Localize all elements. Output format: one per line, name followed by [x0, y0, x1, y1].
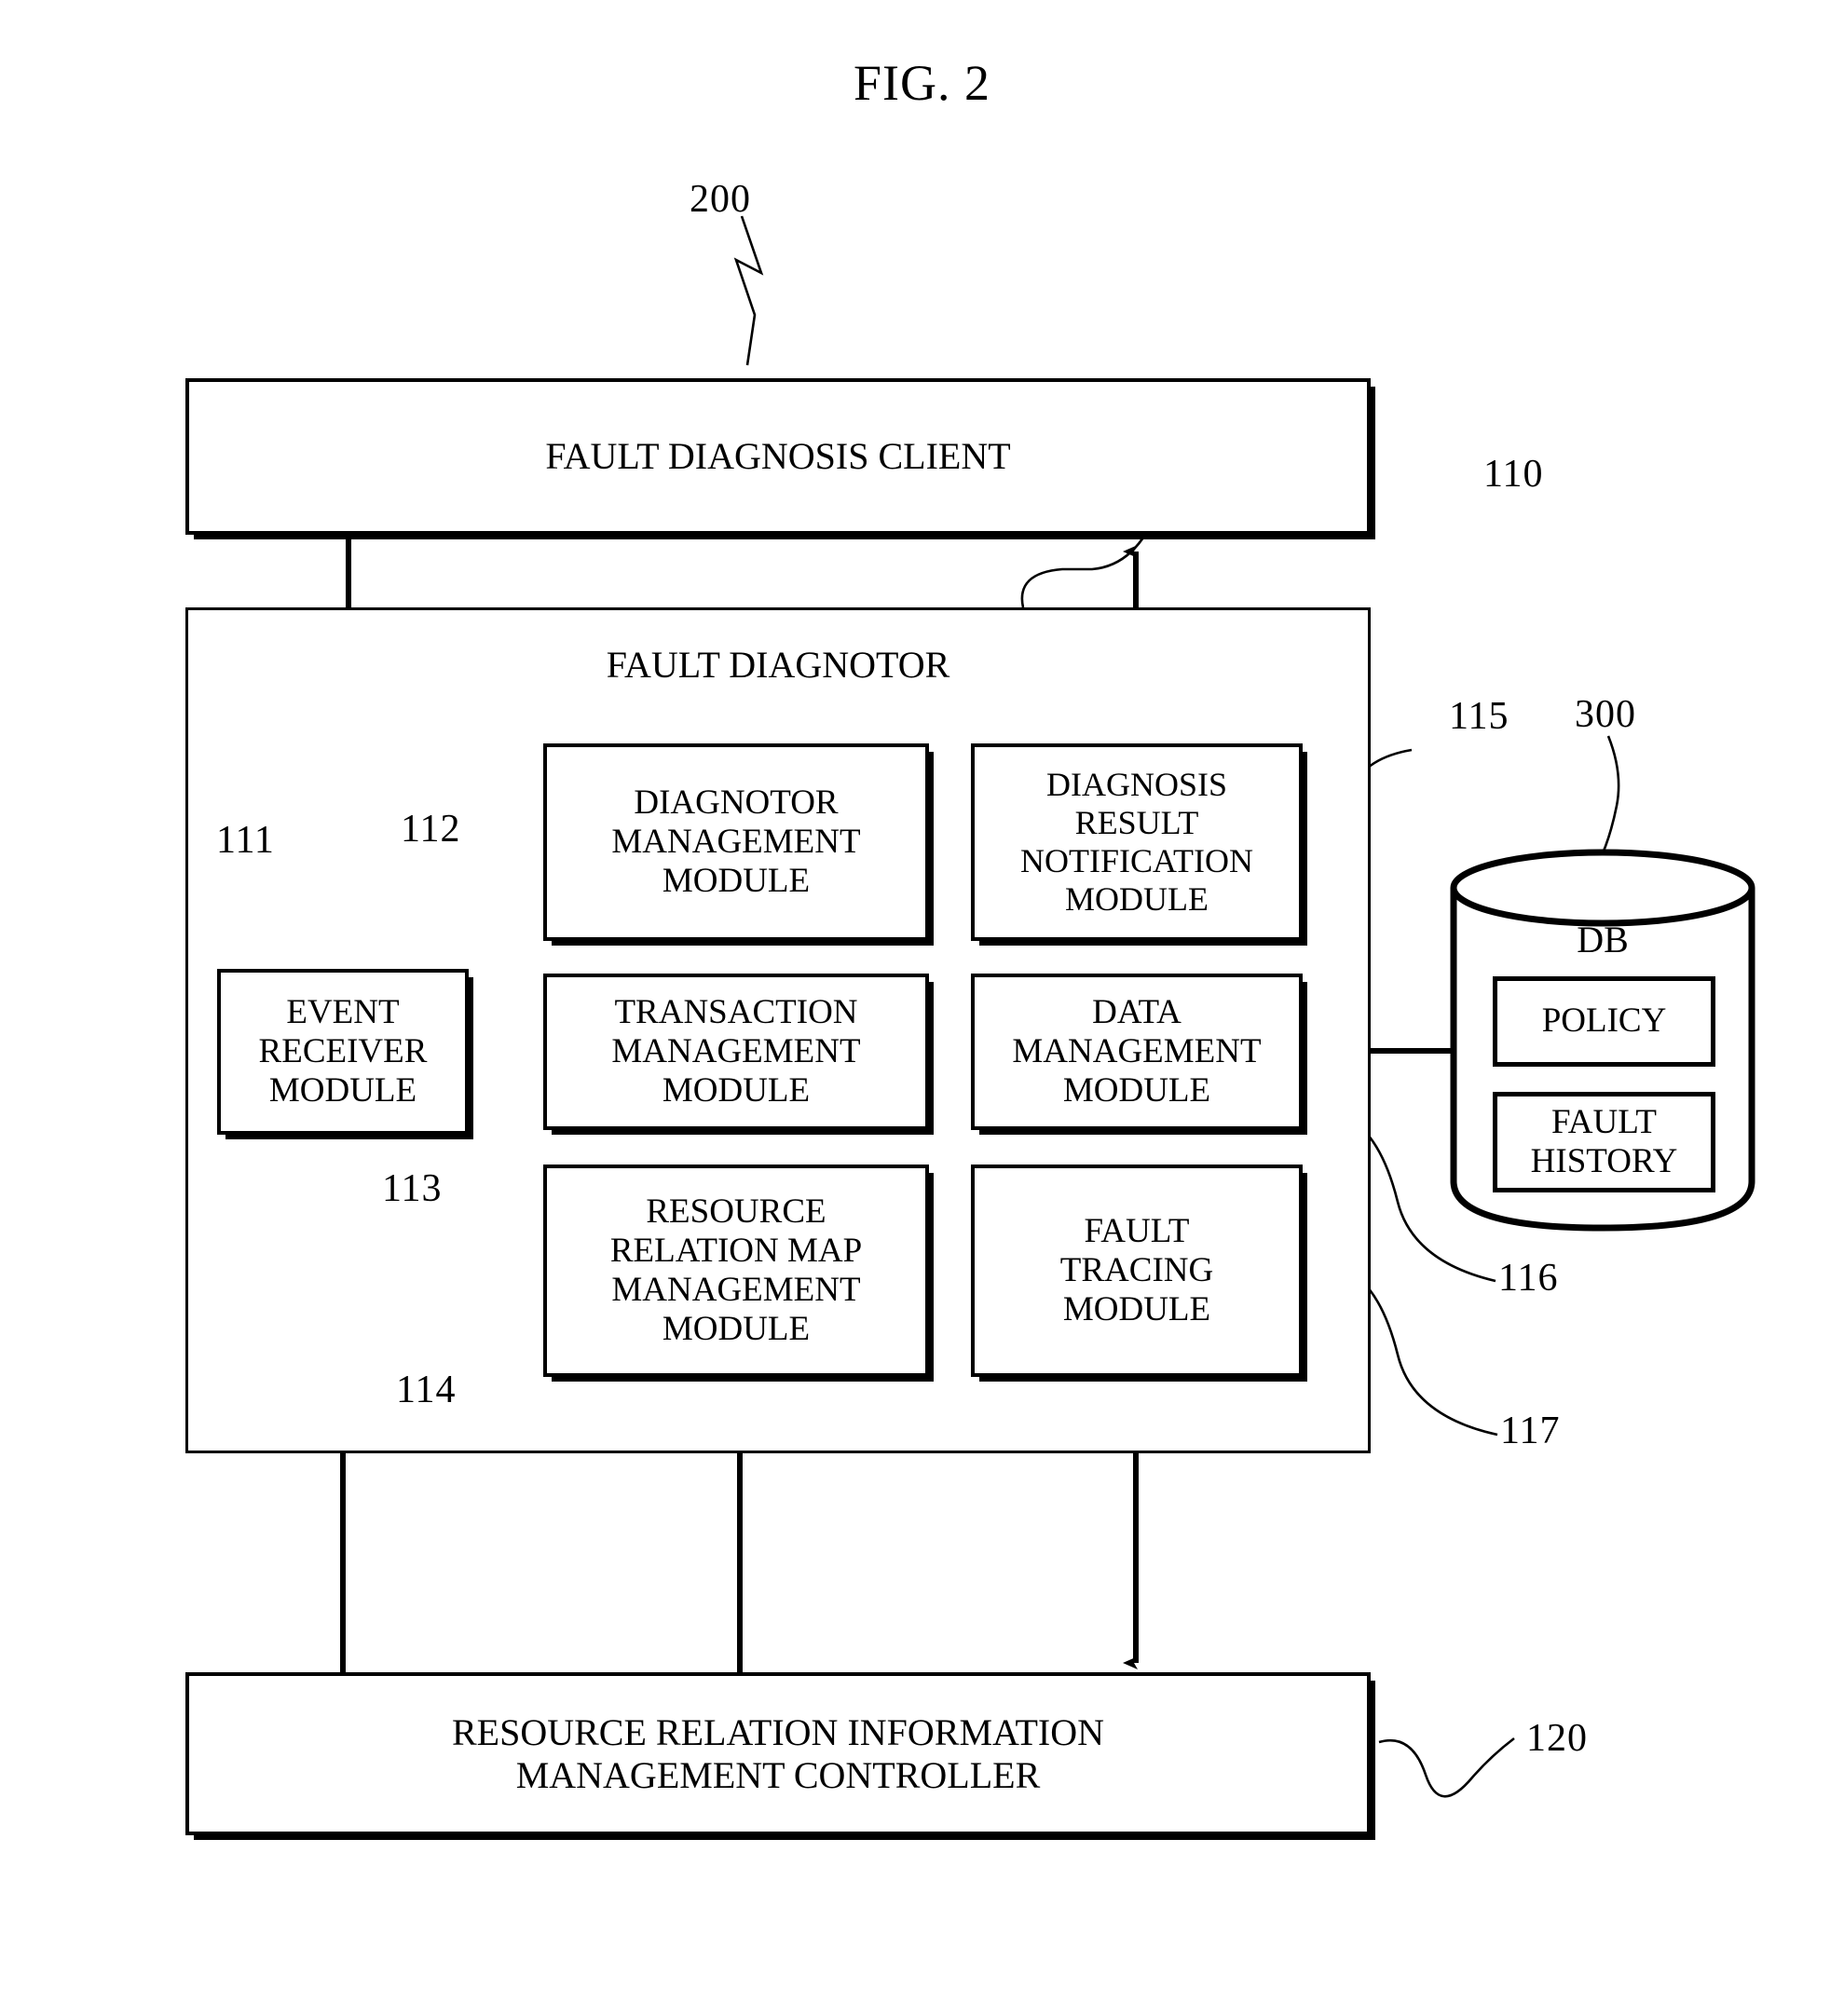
data-management-module-box[interactable]: DATA MANAGEMENT MODULE [971, 974, 1307, 1135]
diagnotor-management-module-label: DIAGNOTOR MANAGEMENT MODULE [606, 783, 866, 902]
resource-relation-map-management-module-box[interactable]: RESOURCE RELATION MAP MANAGEMENT MODULE [543, 1165, 934, 1382]
fault-history-line-2: HISTORY [1530, 1142, 1678, 1180]
resource-map-line-3: MANAGEMENT [611, 1271, 861, 1309]
diagnotor-mgmt-line-1: DIAGNOTOR [634, 783, 839, 822]
diagnosis-result-line-3: NOTIFICATION [1020, 842, 1253, 879]
fault-history-box[interactable]: FAULT HISTORY [1493, 1092, 1715, 1192]
diagnotor-management-module-box[interactable]: DIAGNOTOR MANAGEMENT MODULE [543, 743, 934, 946]
fault-diagnosis-client-label: FAULT DIAGNOSIS CLIENT [545, 435, 1011, 478]
transaction-mgmt-line-1: TRANSACTION [614, 992, 858, 1031]
data-mgmt-line-1: DATA [1092, 992, 1182, 1031]
fault-history-line-1: FAULT [1550, 1102, 1658, 1141]
event-receiver-line-3: MODULE [268, 1071, 417, 1110]
data-mgmt-line-3: MODULE [1062, 1071, 1211, 1110]
db-label: DB [1577, 919, 1629, 960]
diagnotor-mgmt-line-2: MANAGEMENT [611, 822, 861, 861]
resource-map-line-1: RESOURCE [646, 1192, 826, 1231]
diagnosis-result-notification-module-box[interactable]: DIAGNOSIS RESULT NOTIFICATION MODULE [971, 743, 1307, 946]
ref-112: 112 [401, 808, 461, 851]
fault-tracing-module-box[interactable]: FAULT TRACING MODULE [971, 1165, 1307, 1382]
event-receiver-module-box[interactable]: EVENT RECEIVER MODULE [217, 969, 473, 1139]
event-receiver-module-label: EVENT RECEIVER MODULE [253, 993, 433, 1111]
policy-box[interactable]: POLICY [1493, 976, 1715, 1067]
resource-map-line-2: RELATION MAP [609, 1231, 863, 1270]
controller-label: RESOURCE RELATION INFORMATION MANAGEMENT… [446, 1711, 1110, 1796]
event-receiver-line-2: RECEIVER [258, 1031, 428, 1070]
fault-diagnosis-client-box[interactable]: FAULT DIAGNOSIS CLIENT [185, 378, 1375, 539]
transaction-mgmt-line-3: MODULE [662, 1071, 811, 1110]
fault-history-label: FAULT HISTORY [1525, 1103, 1684, 1181]
controller-line-2: MANAGEMENT CONTROLLER [515, 1753, 1041, 1796]
ref-300: 300 [1575, 693, 1636, 736]
patent-figure: FIG. 2 FAULT DIAGNOSIS CLIENT 200 FAULT … [0, 0, 1844, 2016]
resource-relation-map-management-module-label: RESOURCE RELATION MAP MANAGEMENT MODULE [605, 1192, 867, 1350]
data-management-module-label: DATA MANAGEMENT MODULE [1006, 993, 1266, 1111]
controller-line-1: RESOURCE RELATION INFORMATION [451, 1710, 1105, 1753]
fault-tracing-line-1: FAULT [1084, 1211, 1190, 1250]
ref-110: 110 [1483, 453, 1544, 496]
data-mgmt-line-2: MANAGEMENT [1012, 1031, 1262, 1070]
ref-113: 113 [382, 1167, 443, 1210]
diagnosis-result-line-1: DIAGNOSIS [1045, 765, 1227, 803]
diagnosis-result-notification-module-label: DIAGNOSIS RESULT NOTIFICATION MODULE [1015, 766, 1259, 919]
diagnotor-mgmt-line-3: MODULE [662, 862, 811, 901]
ref-120: 120 [1526, 1717, 1588, 1760]
ref-114: 114 [396, 1369, 457, 1411]
resource-relation-information-management-controller-box[interactable]: RESOURCE RELATION INFORMATION MANAGEMENT… [185, 1672, 1375, 1840]
ref-117: 117 [1500, 1410, 1561, 1452]
policy-label: POLICY [1541, 1001, 1667, 1041]
transaction-management-module-box[interactable]: TRANSACTION MANAGEMENT MODULE [543, 974, 934, 1135]
event-receiver-line-1: EVENT [286, 992, 400, 1031]
figure-title: FIG. 2 [853, 55, 990, 111]
resource-map-line-4: MODULE [662, 1310, 811, 1349]
fault-tracing-line-3: MODULE [1062, 1290, 1211, 1329]
ref-111: 111 [216, 819, 275, 862]
diagnosis-result-line-4: MODULE [1065, 880, 1209, 919]
transaction-mgmt-line-2: MANAGEMENT [611, 1031, 861, 1070]
transaction-management-module-label: TRANSACTION MANAGEMENT MODULE [606, 993, 866, 1111]
fault-tracing-line-2: TRACING [1059, 1250, 1214, 1289]
diagnosis-result-line-2: RESULT [1074, 803, 1199, 841]
ref-116: 116 [1498, 1257, 1559, 1300]
fault-tracing-module-label: FAULT TRACING MODULE [1055, 1212, 1219, 1330]
fault-diagnotor-label: FAULT DIAGNOTOR [606, 644, 950, 686]
ref-200: 200 [690, 178, 751, 221]
ref-115: 115 [1449, 695, 1509, 738]
